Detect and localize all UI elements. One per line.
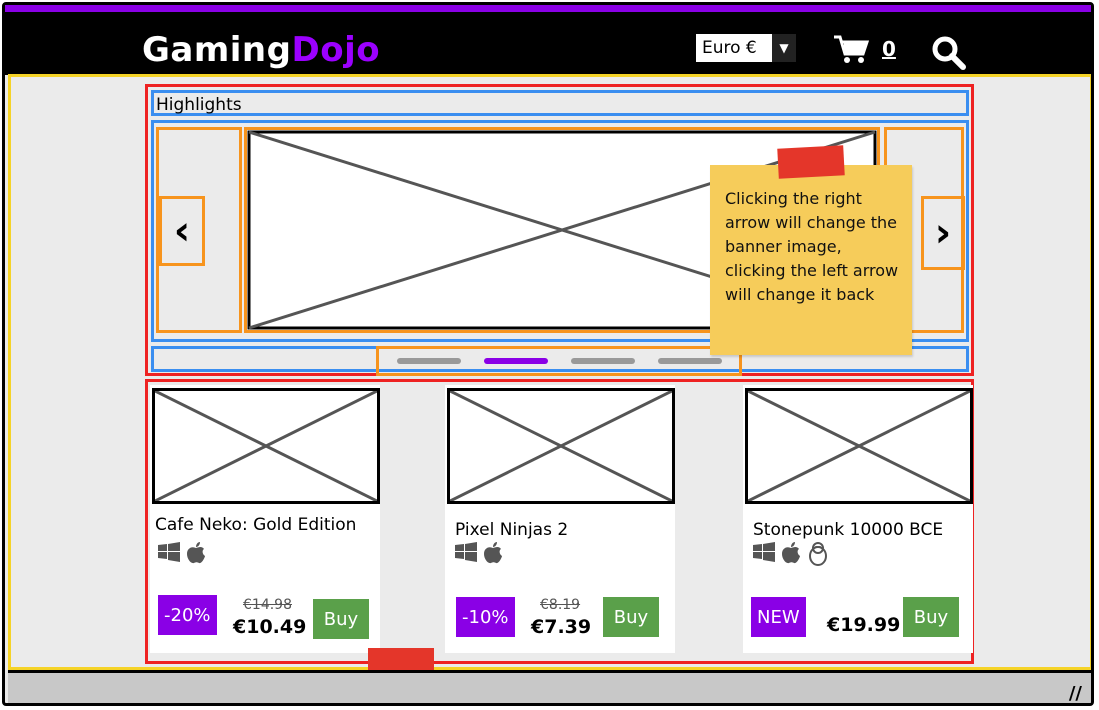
current-price: €19.99 [827,614,901,636]
platform-icons [455,542,503,564]
carousel-dot-1[interactable] [396,358,461,364]
right-margin [976,80,1090,664]
currency-selected-value: Euro € [702,38,757,58]
product-image [447,388,675,504]
original-price: €14.98 [243,597,292,613]
current-price: €10.49 [233,616,307,638]
windows-icon [455,542,477,562]
status-bar: // [8,670,1091,703]
windows-icon [158,542,180,562]
windows-icon [753,542,775,562]
site-logo[interactable]: GamingDojo [142,30,380,70]
new-badge: NEW [751,597,806,637]
resize-grip-icon[interactable]: // [1069,683,1082,703]
linux-icon [809,542,827,566]
cart-count-link[interactable]: 0 [882,37,896,61]
browser-window: GamingDojo Euro € ▼ 0 Highlights ‹ › Caf… [2,2,1094,706]
discount-badge: -10% [456,597,515,637]
chevron-right-icon[interactable]: › [921,196,965,270]
current-price: €7.39 [531,616,592,638]
carousel-dots [376,346,742,376]
carousel-left-zone[interactable]: ‹ [156,127,242,333]
image-placeholder-icon [747,389,971,503]
highlights-title-bar: Highlights [151,90,969,116]
discount-badge: -20% [158,595,217,635]
site-header: GamingDojo Euro € ▼ 0 [5,12,1091,75]
platform-icons [158,542,206,564]
annotation-text: Clicking the right arrow will change the… [725,189,899,304]
logo-text-gaming: Gaming [142,30,292,70]
product-card[interactable]: Cafe Neko: Gold Edition -20% €14.98 €10.… [150,385,380,653]
original-price: €8.19 [540,597,581,613]
apple-icon [782,542,800,564]
carousel-dot-2[interactable] [483,358,548,364]
search-icon[interactable] [930,35,966,71]
highlights-title: Highlights [156,95,242,115]
logo-text-dojo: Dojo [291,30,381,70]
buy-button[interactable]: Buy [603,597,659,637]
currency-select[interactable]: Euro € ▼ [694,32,798,64]
product-card[interactable]: Pixel Ninjas 2 -10% €8.19 €7.39 Buy [445,385,675,653]
buy-button[interactable]: Buy [903,597,959,637]
buy-button[interactable]: Buy [313,599,369,639]
carousel-dot-4[interactable] [657,358,722,364]
annotation-sticky-banner: Clicking the right arrow will change the… [710,145,912,355]
top-accent-stripe [5,5,1091,12]
page-content: Highlights ‹ › Cafe Neko: Gold Edition -… [8,74,1091,703]
apple-icon [484,542,502,564]
tape-icon [777,145,845,179]
platform-icons [753,542,829,566]
product-name[interactable]: Stonepunk 10000 BCE [753,520,943,540]
product-name[interactable]: Cafe Neko: Gold Edition [155,515,356,535]
cart-icon[interactable] [833,34,869,64]
left-margin [11,80,142,664]
product-list: Cafe Neko: Gold Edition -20% €14.98 €10.… [145,379,974,703]
apple-icon [187,542,205,564]
carousel-dot-3[interactable] [570,358,635,364]
product-image [745,388,973,504]
image-placeholder-icon [449,389,673,503]
product-image [152,388,380,504]
chevron-down-icon[interactable]: ▼ [772,34,796,62]
chevron-left-icon[interactable]: ‹ [159,196,205,266]
image-placeholder-icon [154,389,378,503]
product-name[interactable]: Pixel Ninjas 2 [455,520,568,540]
product-card[interactable]: Stonepunk 10000 BCE NEW €19.99 Buy [743,385,973,653]
